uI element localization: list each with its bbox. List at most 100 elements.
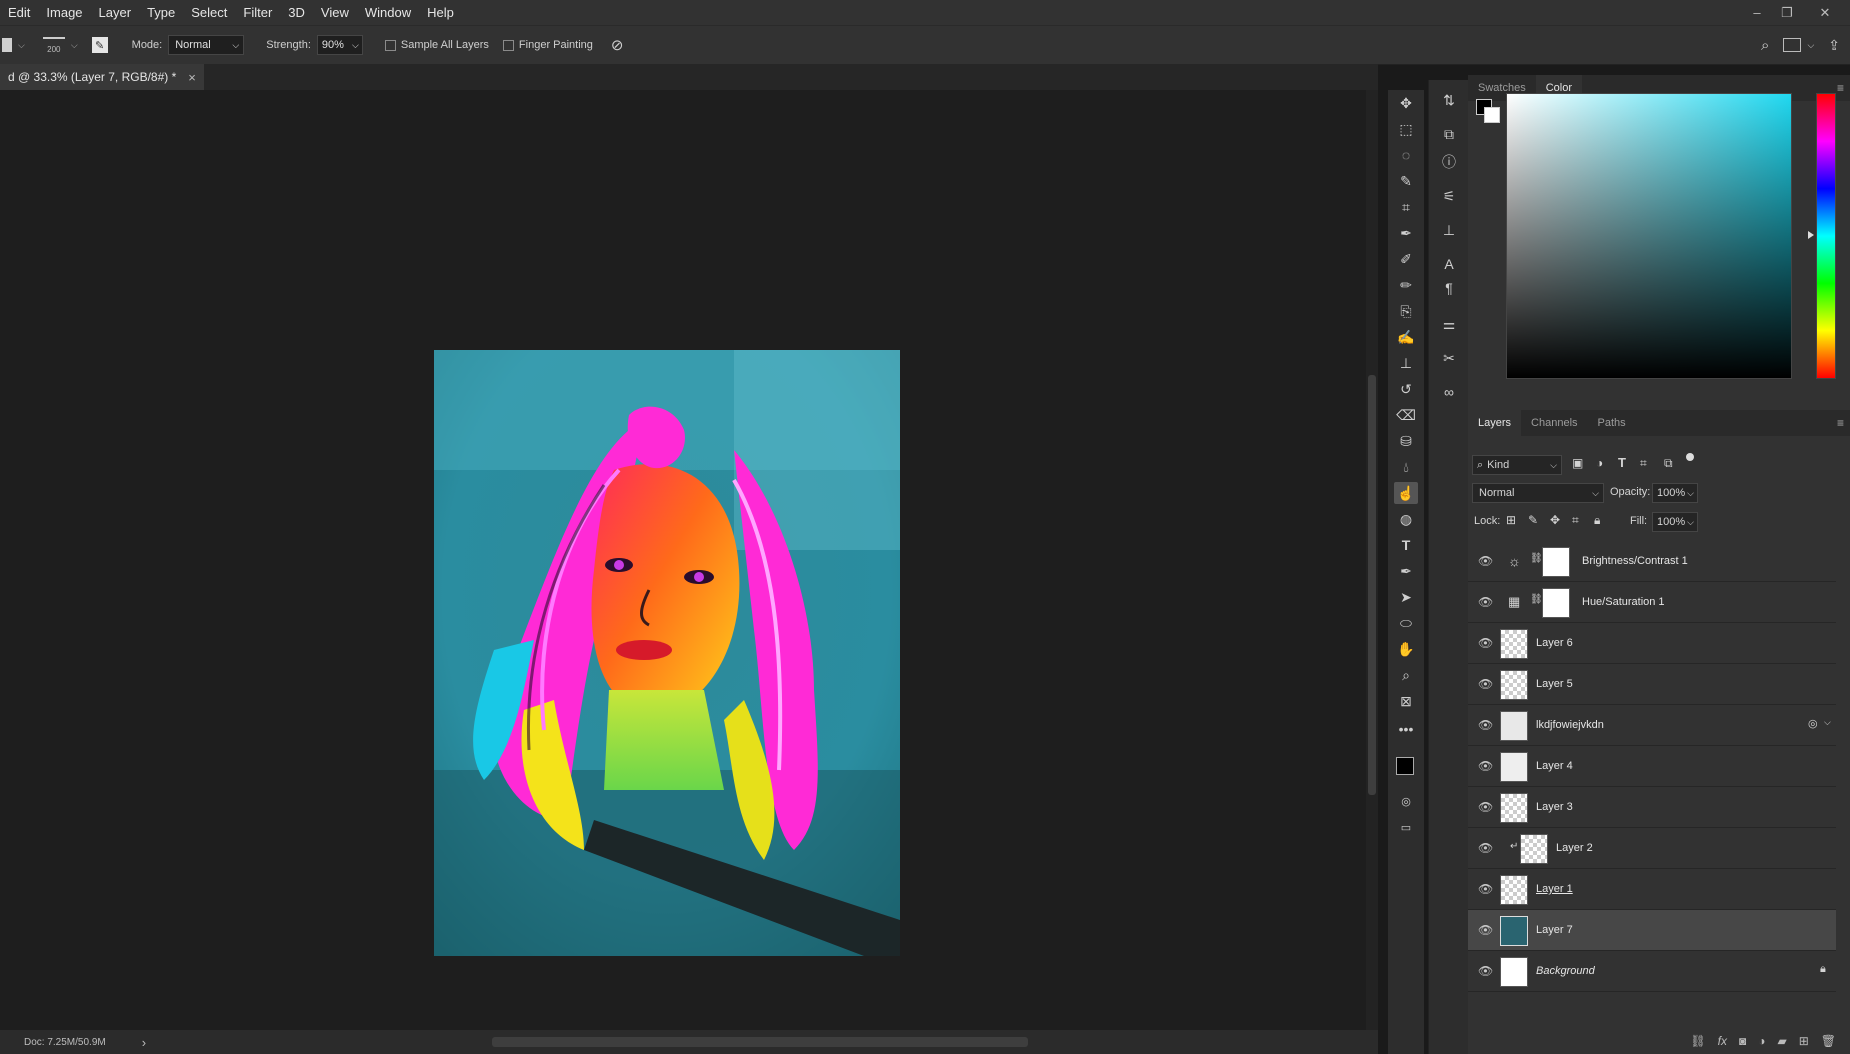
layer-row[interactable]: 👁︎ Background 🔒︎ [1468, 951, 1836, 992]
layer-thumbnail[interactable] [1500, 875, 1528, 905]
menu-select[interactable]: Select [183, 0, 235, 25]
sponge-tool-icon[interactable]: ◍ [1394, 508, 1418, 530]
menu-edit[interactable]: Edit [0, 0, 38, 25]
stamp-tool-icon[interactable]: ⊥ [1394, 352, 1418, 374]
chevron-down-icon[interactable]: ⌵ [1807, 40, 1814, 51]
smart-object-thumbnail[interactable] [1500, 711, 1528, 741]
lock-artboard-icon[interactable]: ⌗ [1572, 513, 1579, 528]
layer-style-icon[interactable]: fx [1718, 1034, 1727, 1048]
marquee-tool-icon[interactable]: ⬚ [1394, 118, 1418, 140]
horizontal-scrollbar[interactable] [0, 1030, 1378, 1054]
brush-settings-icon[interactable]: ✎ [91, 37, 108, 53]
menu-filter[interactable]: Filter [235, 0, 280, 25]
layer-thumbnail[interactable] [1500, 670, 1528, 700]
canvas-area[interactable] [0, 90, 1366, 1030]
opacity-input[interactable]: 100% ⌵ [1652, 483, 1698, 503]
hand-tool-icon[interactable]: ✋ [1394, 638, 1418, 660]
share-icon[interactable]: ⇪ [1828, 37, 1840, 54]
quick-selection-tool-icon[interactable]: ✎ [1394, 170, 1418, 192]
layer-row[interactable]: 👁︎ ↵ Layer 2 [1468, 828, 1836, 869]
visibility-eye-icon[interactable]: 👁︎ [1478, 759, 1493, 773]
strength-input[interactable]: 90% ⌵ [316, 35, 363, 55]
layer-row[interactable]: 👁︎ Layer 4 [1468, 746, 1836, 787]
smudge-tool-icon[interactable]: ☝ [1394, 482, 1418, 504]
color-background-swatch[interactable] [1484, 107, 1500, 123]
paint-bucket-tool-icon[interactable]: ⛁ [1394, 430, 1418, 452]
menu-window[interactable]: Window [357, 0, 419, 25]
libraries-icon[interactable]: ⧉ [1437, 122, 1461, 146]
tab-layers[interactable]: Layers [1468, 410, 1522, 436]
new-adjustment-icon[interactable]: ◑ [1758, 1034, 1765, 1048]
add-mask-icon[interactable]: ◙ [1739, 1034, 1746, 1048]
smudge-tool-preset-icon[interactable] [2, 38, 12, 52]
pencil-tool-icon[interactable]: ✏ [1394, 274, 1418, 296]
delete-layer-icon[interactable]: 🗑︎ [1821, 1034, 1836, 1048]
lock-position-icon[interactable]: ✥ [1550, 513, 1560, 527]
menu-layer[interactable]: Layer [91, 0, 140, 25]
layer-row[interactable]: 👁︎ lkdjfowiejvkdn ◎ ⌵ [1468, 705, 1836, 746]
link-icon[interactable]: ⛓ [1530, 553, 1543, 564]
search-icon[interactable]: ⌕ [1761, 37, 1769, 54]
type-filter-icon[interactable]: T [1618, 455, 1626, 470]
minimize-icon[interactable]: – [1744, 0, 1770, 25]
eyedropper-tool-icon[interactable]: ✒ [1394, 222, 1418, 244]
layer-thumbnail[interactable] [1500, 629, 1528, 659]
mode-select[interactable]: Normal ⌵ [168, 35, 245, 55]
panel-menu-icon[interactable]: ≡ [1837, 75, 1844, 101]
visibility-eye-icon[interactable]: 👁︎ [1478, 595, 1493, 609]
smart-object-filter-icon[interactable]: ⧉ [1664, 456, 1673, 471]
foreground-color-swatch[interactable] [1396, 757, 1414, 775]
close-tab-icon[interactable]: × [188, 70, 196, 85]
move-tool-icon[interactable]: ✥ [1394, 92, 1418, 114]
lock-transparent-icon[interactable]: ⊞ [1506, 513, 1516, 527]
layer-row[interactable]: 👁︎ Layer 3 [1468, 787, 1836, 828]
new-group-icon[interactable]: ▰ [1777, 1034, 1786, 1048]
layer-row[interactable]: 👁︎ Layer 1 [1468, 869, 1836, 910]
close-window-icon[interactable]: ✕ [1812, 0, 1838, 25]
fill-input[interactable]: 100% ⌵ [1652, 512, 1698, 532]
lasso-tool-icon[interactable]: ◌ [1394, 144, 1418, 166]
document-tab[interactable]: d @ 33.3% (Layer 7, RGB/8#) * × [0, 64, 204, 90]
layer-thumbnail[interactable] [1500, 752, 1528, 782]
vertical-scroll-thumb[interactable] [1368, 375, 1376, 795]
visibility-eye-icon[interactable]: 👁︎ [1478, 677, 1493, 691]
blend-mode-select[interactable]: Normal ⌵ [1472, 483, 1604, 503]
clone-stamp-tool-icon[interactable]: ⎘ [1394, 300, 1418, 322]
path-selection-tool-icon[interactable]: ➤ [1394, 586, 1418, 608]
brush-settings-panel-icon[interactable]: ⚟ [1437, 184, 1461, 208]
layer-mask-thumbnail[interactable] [1542, 547, 1570, 577]
chevron-down-icon[interactable]: ⌵ [1824, 717, 1831, 728]
menu-image[interactable]: Image [38, 0, 90, 25]
zoom-tool-icon[interactable]: ⌕ [1394, 664, 1418, 686]
lock-icon[interactable]: 🔒︎ [1820, 963, 1826, 976]
menu-help[interactable]: Help [419, 0, 462, 25]
healing-brush-tool-icon[interactable]: ✐ [1394, 248, 1418, 270]
quick-mask-icon[interactable]: ◎ [1394, 790, 1418, 812]
visibility-eye-icon[interactable]: 👁︎ [1478, 964, 1493, 978]
lock-pixels-icon[interactable]: ✎ [1528, 513, 1538, 527]
layer-thumbnail[interactable] [1500, 916, 1528, 946]
history-icon[interactable]: ⇅ [1437, 88, 1461, 112]
status-menu-arrow[interactable]: › [142, 1035, 146, 1050]
tool-presets-icon[interactable]: ✂ [1437, 346, 1461, 370]
horizontal-scroll-thumb[interactable] [492, 1037, 1028, 1047]
visibility-eye-icon[interactable]: 👁︎ [1478, 841, 1493, 855]
hue-slider[interactable] [1816, 93, 1836, 379]
pressure-icon[interactable]: ⊘ [611, 36, 624, 54]
link-icon[interactable]: ⛓ [1530, 594, 1543, 605]
visibility-eye-icon[interactable]: 👁︎ [1478, 554, 1493, 568]
new-layer-icon[interactable]: ⊞ [1799, 1034, 1809, 1048]
tab-channels[interactable]: Channels [1521, 410, 1587, 436]
history-brush-tool-icon[interactable]: ↺ [1394, 378, 1418, 400]
tab-paths[interactable]: Paths [1588, 410, 1636, 436]
visibility-eye-icon[interactable]: 👁︎ [1478, 923, 1493, 937]
chevron-down-icon[interactable]: ⌵ [18, 40, 25, 51]
adjustments-panel-icon[interactable]: ⚌ [1437, 312, 1461, 336]
info-icon[interactable]: ⓘ [1437, 150, 1461, 174]
more-tools-icon[interactable]: ••• [1394, 718, 1418, 740]
filter-toggle-icon[interactable] [1686, 453, 1694, 461]
layer-thumbnail[interactable] [1520, 834, 1548, 864]
layer-row[interactable]: 👁︎ ▦ ⛓ Hue/Saturation 1 [1468, 582, 1836, 623]
screen-mode-icon[interactable]: ▭ [1394, 816, 1418, 838]
paragraph-panel-icon[interactable]: ¶ [1437, 276, 1461, 300]
